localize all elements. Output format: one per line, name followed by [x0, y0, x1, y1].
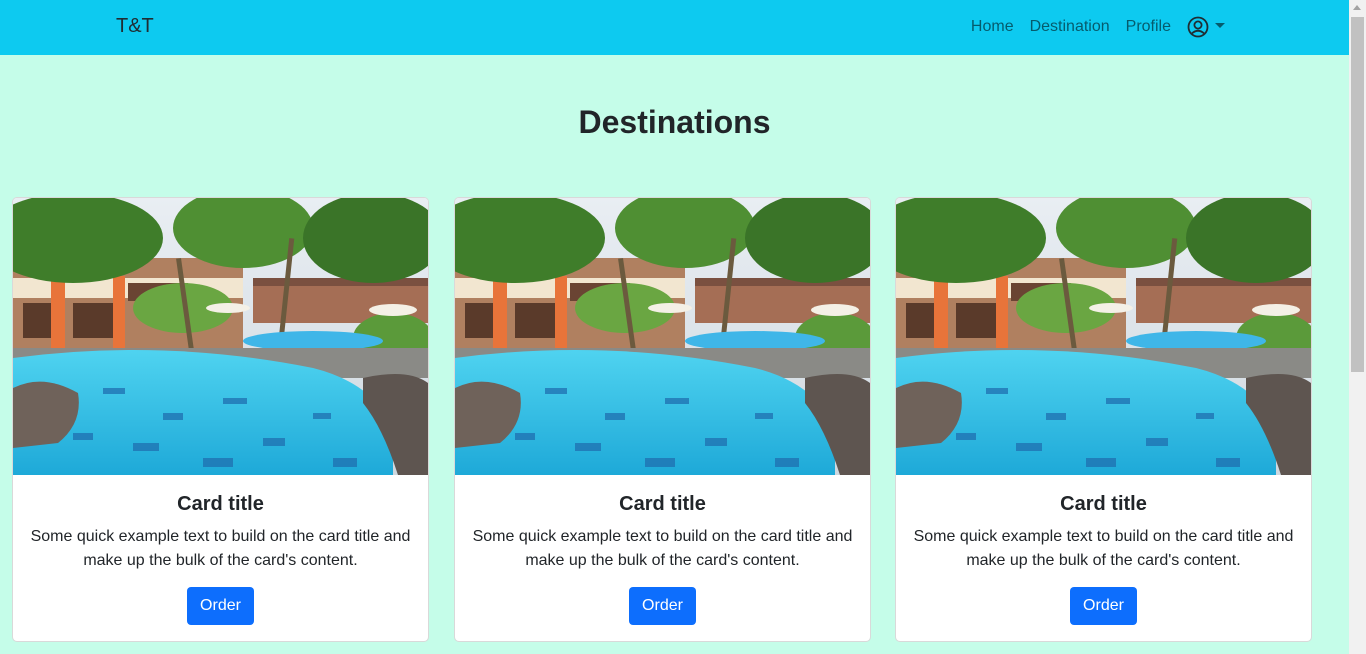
user-dropdown-toggle[interactable]: [1179, 16, 1225, 38]
chevron-down-icon: [1215, 22, 1225, 28]
order-button[interactable]: Order: [629, 587, 696, 625]
scrollbar-thumb[interactable]: [1351, 17, 1364, 372]
destination-card: Card title Some quick example text to bu…: [454, 197, 871, 642]
brand-logo[interactable]: T&T: [116, 15, 154, 38]
card-body: Card title Some quick example text to bu…: [13, 492, 428, 625]
card-title: Card title: [619, 493, 706, 515]
order-button[interactable]: Order: [187, 587, 254, 625]
vertical-scrollbar[interactable]: [1349, 0, 1366, 654]
card-text: Some quick example text to build on the …: [472, 528, 853, 569]
card-image: [896, 198, 1311, 475]
page-title: Destinations: [578, 104, 771, 140]
nav-destination[interactable]: Destination: [1022, 16, 1118, 38]
order-button[interactable]: Order: [1070, 587, 1137, 625]
card-image: [455, 198, 870, 475]
card-text: Some quick example text to build on the …: [30, 528, 411, 569]
card-title: Card title: [177, 493, 264, 515]
card-body: Card title Some quick example text to bu…: [455, 492, 870, 625]
card-text: Some quick example text to build on the …: [913, 528, 1294, 569]
nav-home[interactable]: Home: [963, 16, 1022, 38]
navbar: T&T Home Destination Profile: [0, 0, 1349, 55]
destination-card: Card title Some quick example text to bu…: [12, 197, 429, 642]
user-circle-icon: [1187, 16, 1209, 38]
card-body: Card title Some quick example text to bu…: [896, 492, 1311, 625]
nav-profile[interactable]: Profile: [1118, 16, 1179, 38]
nav-links: Home Destination Profile: [963, 16, 1225, 38]
destination-card: Card title Some quick example text to bu…: [895, 197, 1312, 642]
scroll-up-arrow-icon[interactable]: [1353, 5, 1361, 10]
card-image: [13, 198, 428, 475]
card-title: Card title: [1060, 493, 1147, 515]
